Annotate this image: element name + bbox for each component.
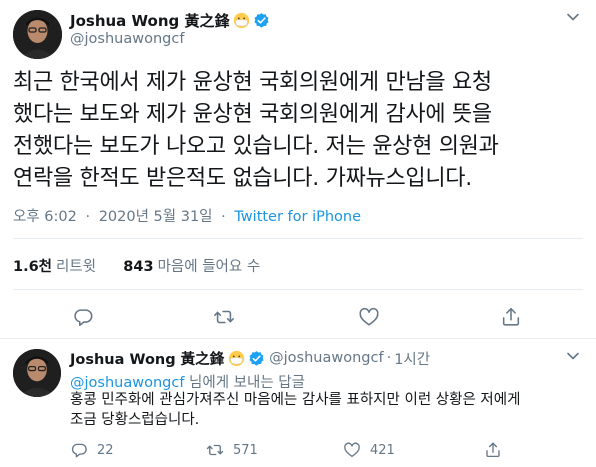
author-handle[interactable]: @joshuawongcf bbox=[269, 350, 383, 366]
tweet-source-link[interactable]: Twitter for iPhone bbox=[234, 209, 361, 225]
tweet-meta: 오후 6:02 · 2020년 5월 31일 · Twitter for iPh… bbox=[13, 205, 361, 226]
retweet-icon[interactable] bbox=[213, 306, 235, 328]
heart-icon bbox=[344, 442, 360, 458]
reply-icon bbox=[71, 443, 87, 458]
author-display-name[interactable]: Joshua Wong 黃之鋒 bbox=[70, 348, 224, 369]
tweet-text-line: 조금 당황스럽습니다. bbox=[70, 412, 200, 428]
retweet-icon bbox=[206, 444, 224, 456]
divider bbox=[13, 238, 583, 239]
author-name-row[interactable]: Joshua Wong 黃之鋒 bbox=[70, 9, 270, 31]
replying-to-mention[interactable]: @joshuawongcf bbox=[70, 375, 184, 391]
reply-count: 22 bbox=[97, 442, 114, 458]
author-display-name[interactable]: Joshua Wong 黃之鋒 bbox=[70, 10, 229, 31]
reply-header: Joshua Wong 黃之鋒 @joshuawongcf · 1시간 bbox=[70, 347, 430, 369]
retweet-button[interactable]: 571 bbox=[206, 441, 258, 459]
face-with-medical-mask-icon bbox=[234, 12, 250, 28]
verified-badge-icon bbox=[254, 12, 270, 28]
tweet-text-line: 전했다는 보도가 나오고 있습니다. 저는 윤상현 의원과 bbox=[13, 134, 499, 159]
likes-stat[interactable]: 843 마음에 들어요 수 bbox=[123, 259, 260, 275]
face-with-medical-mask-icon bbox=[229, 350, 245, 366]
tweet-time[interactable]: 오후 6:02 bbox=[13, 209, 77, 225]
replying-to-label: 님에게 보내는 답글 bbox=[184, 375, 305, 391]
tweet-date[interactable]: 2020년 5월 31일 bbox=[99, 209, 213, 225]
tweet-text-line: 했다는 보도와 제가 윤상현 국회의원에게 감사에 뜻을 bbox=[13, 102, 492, 127]
meta-separator: · bbox=[386, 350, 392, 366]
retweets-label: 리트윗 bbox=[56, 259, 97, 275]
likes-label: 마음에 들어요 수 bbox=[157, 259, 261, 275]
tweet-stats: 1.6천 리트윗 843 마음에 들어요 수 bbox=[13, 255, 260, 276]
verified-badge-icon bbox=[249, 350, 264, 366]
heart-icon[interactable] bbox=[358, 306, 380, 328]
tweet-actions: 22 571 421 bbox=[70, 441, 570, 459]
tweet-actions bbox=[0, 306, 596, 328]
tweet-text: 홍콩 민주화에 관심가져주신 마음에는 감사를 표하지만 이런 상황은 저에게 … bbox=[70, 390, 585, 430]
divider bbox=[13, 289, 583, 290]
author-handle[interactable]: @joshuawongcf bbox=[70, 31, 184, 47]
like-count: 421 bbox=[370, 442, 395, 458]
retweets-stat[interactable]: 1.6천 리트윗 bbox=[13, 259, 96, 275]
replying-to: @joshuawongcf 님에게 보내는 답글 bbox=[70, 371, 305, 392]
reply-tweet[interactable]: Joshua Wong 黃之鋒 @joshuawongcf · 1시간 @jos… bbox=[0, 338, 596, 467]
share-icon[interactable] bbox=[500, 306, 522, 328]
tweet-time[interactable]: 1시간 bbox=[394, 348, 430, 369]
chevron-down-icon[interactable] bbox=[566, 12, 580, 22]
avatar[interactable] bbox=[13, 349, 61, 397]
meta-separator: · bbox=[221, 209, 226, 225]
reply-button[interactable]: 22 bbox=[70, 441, 114, 459]
meta-separator: · bbox=[85, 209, 91, 225]
retweets-count: 1.6천 bbox=[13, 259, 53, 275]
chevron-down-icon[interactable] bbox=[566, 351, 580, 361]
share-icon bbox=[486, 442, 500, 458]
avatar[interactable] bbox=[13, 10, 62, 59]
tweet-text-line: 홍콩 민주화에 관심가져주신 마음에는 감사를 표하지만 이런 상황은 저에게 bbox=[70, 392, 521, 408]
tweet-text-line: 최근 한국에서 제가 윤상현 국회의원에게 만남을 요청 bbox=[13, 70, 492, 95]
reply-icon[interactable] bbox=[72, 306, 94, 328]
like-button[interactable]: 421 bbox=[343, 441, 395, 459]
tweet-text: 최근 한국에서 제가 윤상현 국회의원에게 만남을 요청 했다는 보도와 제가 … bbox=[13, 67, 588, 195]
retweet-count: 571 bbox=[233, 442, 258, 458]
likes-count: 843 bbox=[123, 259, 154, 275]
main-tweet: Joshua Wong 黃之鋒 @joshuawongcf 최근 한국에서 제가… bbox=[0, 0, 596, 338]
tweet-text-line: 연락을 한적도 받은적도 없습니다. 가짜뉴스입니다. bbox=[13, 166, 472, 191]
share-button[interactable] bbox=[484, 441, 511, 459]
